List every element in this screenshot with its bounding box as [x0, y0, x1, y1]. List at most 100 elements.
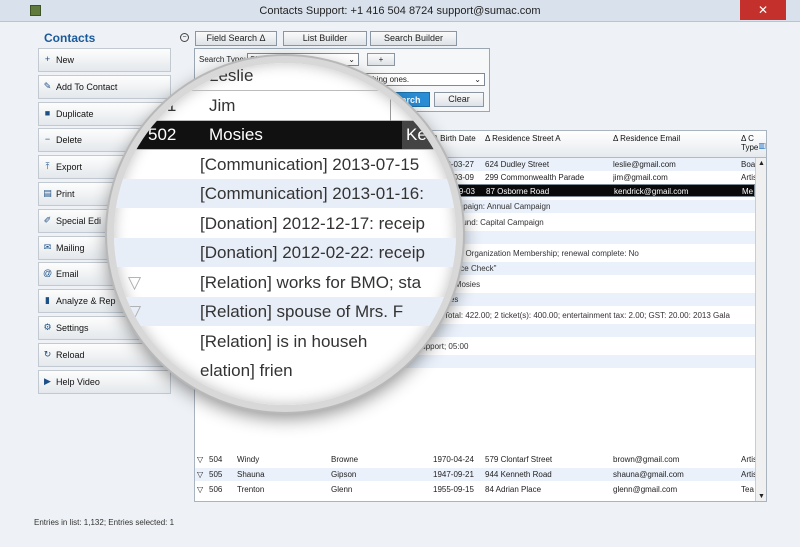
magnified-text: [Relation] is in househ — [200, 331, 368, 351]
cell-last-name: Glenn — [331, 485, 353, 494]
cell-last-name: Gipson — [331, 470, 357, 479]
cell-first-name: Trenton — [237, 485, 265, 494]
sidebar-item-label: Duplicate — [56, 108, 94, 119]
cell-birth-date: 1970-04-24 — [433, 455, 474, 464]
email-icon: @ — [43, 268, 53, 279]
cell-street: 87 Osborne Road — [486, 187, 550, 196]
gear-icon: ⚙ — [43, 321, 52, 332]
cell-type: Me — [742, 187, 754, 196]
magnified-row: [Relation] is in househ — [114, 327, 456, 356]
expand-icon: ▽ — [197, 485, 204, 494]
duplicate-icon: ■ — [44, 107, 51, 118]
cell-first-name: Shauna — [237, 470, 265, 479]
field-search-button[interactable]: Field Search Δ — [195, 31, 277, 46]
detail-text: on-Profit Organization Membership; renew… — [433, 248, 639, 258]
collapse-icon[interactable]: − — [180, 33, 189, 42]
reload-icon: ↻ — [43, 348, 52, 359]
detail-text: game — [433, 231, 755, 244]
cell-birth-date: 1947-09-21 — [433, 470, 474, 479]
magnified-text: [Communication] 2013-07-15 — [200, 154, 420, 174]
cell-type: Artis — [741, 455, 755, 464]
expand-icon: ▽ — [197, 470, 204, 479]
cell-email: kendrick@gmail.com — [614, 187, 689, 196]
cell-type: Artis — [741, 470, 755, 479]
close-button[interactable]: ✕ — [740, 0, 786, 20]
header-residence-email[interactable]: Δ Residence Email — [613, 134, 680, 143]
detail-text: 50.00; Fund: Capital Campaign — [433, 217, 544, 227]
cell-email: shauna@gmail.com — [613, 470, 684, 479]
search-builder-button[interactable]: Search Builder — [370, 31, 457, 46]
magnified-row: 501 Jim — [114, 91, 456, 120]
magnified-row: Leslie — [114, 63, 456, 90]
cell-street: 624 Dudley Street — [485, 160, 550, 169]
magnified-text: [Relation] works for BMO; sta — [200, 272, 422, 292]
magnified-text: Leslie — [209, 66, 254, 85]
magnified-text: [Communication] 2013-01-16: — [200, 184, 424, 203]
scroll-up-icon[interactable]: ▲ — [758, 160, 765, 167]
sidebar-item-label: Export — [56, 162, 83, 173]
magnified-id: 501 — [148, 95, 177, 115]
header-residence-street[interactable]: Δ Residence Street A — [485, 134, 561, 143]
magnified-row: [Communication] 2013-07-15 — [114, 150, 456, 179]
cell-street: 579 Clontarf Street — [485, 455, 553, 464]
sidebar-item-label: Mailing — [56, 242, 85, 253]
sidebar-item-label: Print — [56, 188, 75, 199]
header-contact-type[interactable]: Δ C Type — [741, 134, 758, 152]
cell-type: Boa — [741, 160, 755, 169]
magnified-text: [Donation] 2012-12-17: receip — [200, 213, 425, 233]
cell-street: 84 Adrian Place — [485, 485, 542, 494]
list-builder-button[interactable]: List Builder — [283, 31, 367, 46]
detail-text: mosies — [433, 293, 755, 306]
cell-email: brown@gmail.com — [613, 455, 680, 464]
table-row[interactable]: ▽ 505 Shauna Gipson 1947-09-21 944 Kenneth Ro… — [195, 468, 755, 481]
mailing-icon: ✉ — [43, 241, 52, 252]
chevron-down-icon: ⌄ — [474, 75, 481, 84]
cell-type: Artis — [741, 173, 755, 182]
plus-icon: + — [44, 54, 51, 64]
cell-id: 505 — [209, 470, 223, 479]
pencil-icon: ✎ — [43, 80, 52, 91]
magnified-row: [Communication] 2013-01-16: — [114, 179, 456, 208]
sidebar-item-label: Email — [56, 269, 79, 280]
window-title: Contacts Support: +1 416 504 8724 suppor… — [259, 5, 541, 17]
table-row[interactable]: ▽ 504 Windy Browne 1970-04-24 579 Clontarf St… — [195, 453, 755, 466]
cell-street: 944 Kenneth Road — [485, 470, 552, 479]
magnifier-lens: Leslie 501 Jim Δ 502 Mosies Ke [Communication] … — [107, 56, 463, 412]
magnified-row: ▽ [Relation] spouse of Mrs. F — [114, 297, 456, 326]
cell-email: jim@gmail.com — [613, 173, 668, 182]
detail-text: k, Mr. Mosies — [433, 279, 481, 289]
special-edit-icon: ✐ — [43, 214, 52, 225]
magnified-text: Mosies — [209, 125, 263, 144]
magnified-row: [Donation] 2012-02-22: receip — [114, 238, 456, 267]
magnified-row: Δ 502 Mosies Ke — [114, 120, 456, 149]
app-window: Contacts Support: +1 416 504 8724 suppor… — [0, 0, 800, 547]
status-bar: Entries in list: 1,132; Entries selected… — [34, 518, 175, 527]
magnified-text: [Donation] 2012-02-22: receip — [200, 243, 425, 262]
detail-text: 00; Campaign: Annual Campaign — [433, 202, 551, 211]
sidebar-item-label: Reload — [56, 349, 85, 360]
detail-text: on "Police Check" — [433, 264, 497, 273]
vertical-scrollbar[interactable]: ▲ ▼ — [755, 158, 766, 501]
columns-icon[interactable]: ▥ — [758, 141, 766, 150]
cell-last-name: Browne — [331, 455, 359, 464]
title-bar: Contacts Support: +1 416 504 8724 suppor… — [0, 0, 800, 22]
magnified-text: elation] frien — [200, 361, 293, 380]
magnified-gridline — [114, 149, 456, 150]
minus-circle-icon: − — [44, 134, 51, 145]
expand-icon: ▽ — [197, 455, 204, 464]
cell-street: 299 Commonwealth Parade — [485, 173, 585, 182]
sidebar-item-label: New — [56, 55, 75, 65]
magnified-gridline — [114, 90, 456, 91]
cell-email: leslie@gmail.com — [613, 160, 676, 169]
magnified-row: [Donation] 2012-12-17: receip — [114, 209, 456, 238]
scroll-down-icon[interactable]: ▼ — [758, 493, 765, 500]
table-row[interactable]: ▽ 506 Trenton Glenn 1955-09-15 84 Adrian Plac… — [195, 483, 755, 496]
sidebar-item-label: Special Edi — [56, 215, 102, 226]
cell-birth-date: 1955-09-15 — [433, 485, 474, 494]
magnified-extra: Ke — [402, 120, 456, 149]
magnified-row: ▽ [Relation] works for BMO; sta — [114, 268, 456, 297]
magnified-row: elation] frien — [114, 356, 456, 385]
magnified-gridline — [114, 120, 456, 121]
sidebar-item-label: Analyze & Rep — [56, 296, 116, 307]
cell-email: glenn@gmail.com — [613, 485, 678, 494]
